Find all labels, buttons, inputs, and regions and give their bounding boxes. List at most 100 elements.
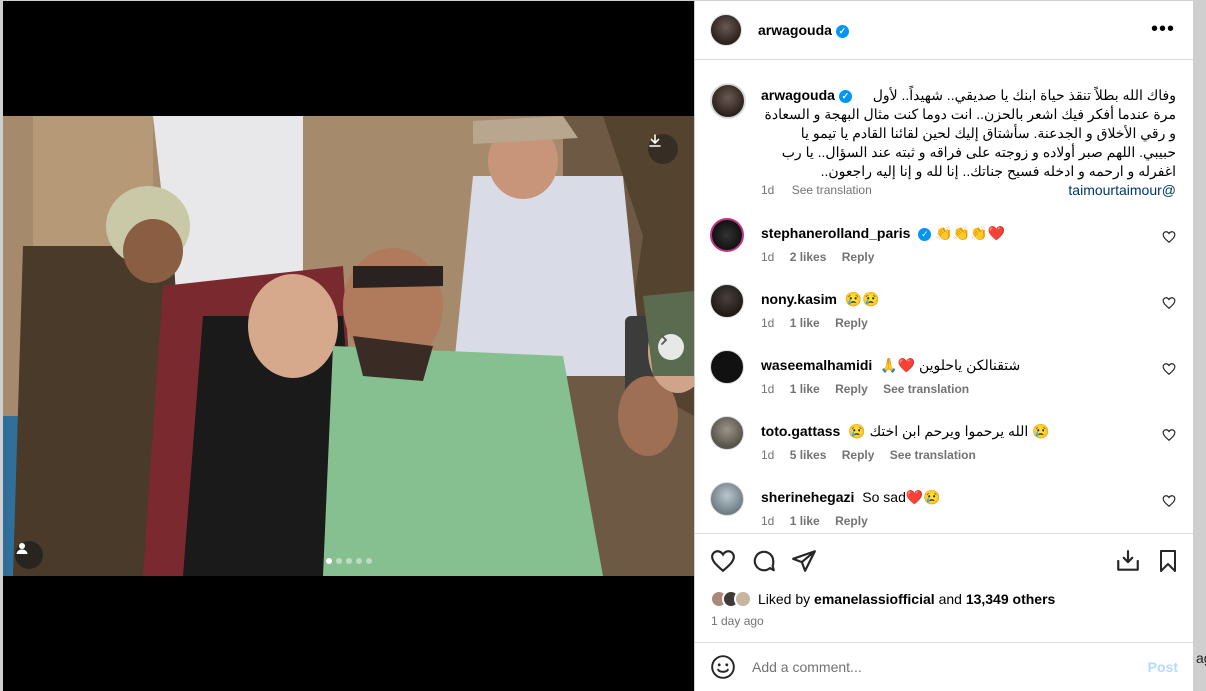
liker-avatar: [734, 590, 752, 608]
media-pane: [3, 1, 694, 691]
reply-button[interactable]: Reply: [835, 316, 868, 330]
comment-item: stephanerolland_paris ✓ 👏👏👏❤️ 1d 2 likes …: [710, 218, 1178, 268]
reply-button[interactable]: Reply: [835, 382, 868, 396]
comment-meta: 1d 1 like Reply: [761, 316, 880, 330]
comment-username[interactable]: stephanerolland_paris: [761, 225, 910, 241]
chevron-right-icon: [661, 335, 668, 345]
comment-text: 😢😢: [844, 291, 880, 307]
share-send-icon[interactable]: [791, 548, 817, 574]
comment-item: toto.gattass 😢 الله يرحموا ويرحم ابن اخت…: [710, 416, 1178, 466]
post-header: arwagouda ✓ •••: [695, 1, 1193, 60]
comment-time: 1d: [761, 316, 775, 330]
carousel-dot[interactable]: [366, 558, 372, 564]
carousel-dot[interactable]: [336, 558, 342, 564]
comment-avatar[interactable]: [710, 482, 744, 516]
likes-summary[interactable]: Liked by emanelassiofficial and 13,349 o…: [710, 590, 1055, 608]
reply-button[interactable]: Reply: [835, 514, 868, 528]
comment-composer: Post: [695, 642, 1193, 691]
heart-outline-icon[interactable]: [1162, 230, 1176, 244]
author-username[interactable]: arwagouda ✓: [758, 22, 849, 38]
comment-item: sherinehegazi So sad❤️😢 1d 1 like Reply: [710, 482, 1178, 532]
download-button[interactable]: [648, 134, 678, 164]
comment-username[interactable]: nony.kasim: [761, 291, 837, 307]
reply-button[interactable]: Reply: [842, 448, 875, 462]
user-icon: [16, 543, 28, 554]
comment-avatar[interactable]: [710, 416, 744, 450]
caption-avatar[interactable]: [710, 83, 746, 119]
comment-line: waseemalhamidi 🙏❤️ شتقنالكن ياحلوين: [761, 357, 1020, 374]
comment-meta: 1d 1 like Reply See translation: [761, 382, 981, 396]
user-tags-button[interactable]: [15, 541, 43, 569]
carousel-dot-active[interactable]: [326, 558, 332, 564]
heart-outline-icon[interactable]: [1162, 362, 1176, 376]
comment-meta: 1d 2 likes Reply: [761, 250, 886, 264]
comment-time: 1d: [761, 250, 775, 264]
download-tray-icon[interactable]: [1115, 548, 1141, 574]
carousel-dot[interactable]: [346, 558, 352, 564]
liked-by-others[interactable]: 13,349 others: [966, 591, 1056, 607]
comment-bubble-icon[interactable]: [751, 548, 777, 574]
comment-text: 👏👏👏❤️: [935, 225, 1006, 241]
heart-outline-icon[interactable]: [1162, 428, 1176, 442]
comment-username[interactable]: sherinehegazi: [761, 489, 854, 505]
comment-avatar[interactable]: [710, 350, 744, 384]
post-photo[interactable]: [3, 116, 694, 576]
comment-time: 1d: [761, 382, 775, 396]
comment-likes[interactable]: 1 like: [790, 382, 820, 396]
verified-badge-icon: ✓: [838, 89, 852, 103]
emoji-icon[interactable]: [710, 654, 736, 680]
comment-likes[interactable]: 1 like: [790, 514, 820, 528]
comment-line: toto.gattass 😢 الله يرحموا ويرحم ابن اخت…: [761, 423, 1050, 440]
comment-username[interactable]: toto.gattass: [761, 423, 840, 439]
comment-avatar[interactable]: [710, 218, 744, 252]
comments-list[interactable]: arwagouda ✓ وفاك الله بطلاً تنقذ حياة ابن…: [695, 61, 1193, 533]
carousel-dot[interactable]: [356, 558, 362, 564]
liked-by-prefix: Liked by: [758, 591, 811, 607]
caption-mention[interactable]: @taimourtaimour: [1068, 182, 1176, 198]
verified-badge-icon: ✓: [918, 227, 932, 241]
comment-text: 😢 الله يرحموا ويرحم ابن اختك 😢: [848, 423, 1050, 439]
carousel-dots: [326, 558, 372, 564]
liked-by-and: and: [938, 591, 962, 607]
reply-button[interactable]: Reply: [842, 250, 875, 264]
comment-meta: 1d 1 like Reply: [761, 514, 880, 528]
post-date: 1 day ago: [711, 614, 764, 628]
author-avatar[interactable]: [710, 14, 742, 46]
heart-outline-icon[interactable]: [1162, 296, 1176, 310]
comment-likes[interactable]: 1 like: [790, 316, 820, 330]
comment-line: stephanerolland_paris ✓ 👏👏👏❤️: [761, 225, 1005, 242]
carousel-next-button[interactable]: [658, 334, 684, 360]
comment-text: 🙏❤️ شتقنالكن ياحلوين: [880, 357, 1021, 373]
author-username-text: arwagouda: [758, 22, 832, 38]
photo-illustration: [3, 116, 694, 576]
bookmark-icon[interactable]: [1156, 548, 1180, 574]
comment-time: 1d: [761, 514, 775, 528]
like-heart-icon[interactable]: [710, 548, 736, 574]
comment-likes[interactable]: 5 likes: [790, 448, 827, 462]
comment-text: So sad❤️😢: [862, 489, 941, 505]
comment-item: nony.kasim 😢😢 1d 1 like Reply: [710, 284, 1178, 334]
comment-likes[interactable]: 2 likes: [790, 250, 827, 264]
liked-by-user[interactable]: emanelassiofficial: [814, 591, 935, 607]
post-comment-button[interactable]: Post: [1148, 659, 1178, 675]
comment-username[interactable]: waseemalhamidi: [761, 357, 872, 373]
comment-line: sherinehegazi So sad❤️😢: [761, 489, 941, 506]
see-translation-link[interactable]: See translation: [883, 382, 969, 396]
comment-avatar[interactable]: [710, 284, 744, 318]
comment-line: nony.kasim 😢😢: [761, 291, 880, 308]
verified-badge-icon: ✓: [835, 24, 849, 38]
liker-avatars: [710, 590, 752, 608]
see-translation-link[interactable]: See translation: [890, 448, 976, 462]
caption-username-text: arwagouda: [761, 87, 835, 103]
comment-item: waseemalhamidi 🙏❤️ شتقنالكن ياحلوين 1d 1…: [710, 350, 1178, 400]
caption-meta: 1d See translation: [761, 183, 886, 197]
heart-outline-icon[interactable]: [1162, 494, 1176, 508]
likes-text: Liked by emanelassiofficial and 13,349 o…: [758, 591, 1055, 607]
comment-time: 1d: [761, 448, 775, 462]
caption-see-translation[interactable]: See translation: [792, 183, 872, 197]
caption-username[interactable]: arwagouda ✓: [761, 86, 852, 105]
comment-input[interactable]: [752, 659, 1132, 675]
more-options-button[interactable]: •••: [1151, 19, 1175, 39]
caption-time: 1d: [761, 183, 775, 197]
background-edge-text: ag: [1196, 650, 1206, 666]
